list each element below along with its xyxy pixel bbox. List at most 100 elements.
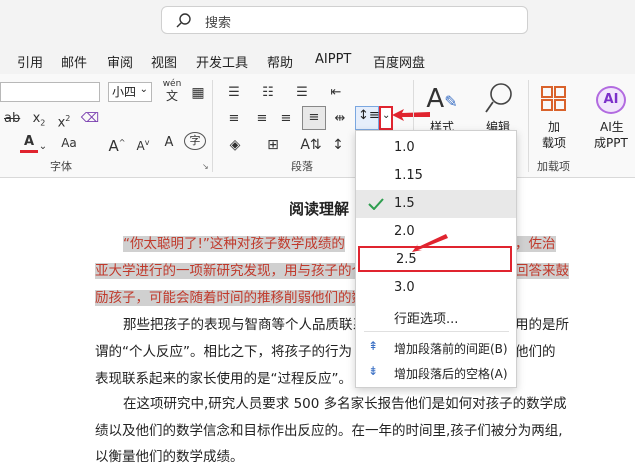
spacing-option-1-5[interactable]: 1.5 bbox=[356, 190, 516, 218]
clear-format-icon[interactable]: ⌫ bbox=[80, 108, 100, 130]
search-box[interactable]: 搜索 bbox=[161, 6, 528, 34]
align-right-icon[interactable]: ≡ bbox=[276, 108, 296, 130]
document-page[interactable]: 阅读理解 “你太聪明了!”这种对孩子数学成绩的 ，佐治 亚大学进行的一项新研究发… bbox=[0, 178, 635, 471]
paragraph-line: 在这项研究中,研究人员要求 500 多名家长报告他们是如何对孩子的数学成 bbox=[123, 396, 567, 412]
font-size-menu-button[interactable]: Aa bbox=[58, 132, 80, 154]
option-label: 2.5 bbox=[396, 252, 417, 267]
menu-mailings[interactable]: 邮件 bbox=[61, 52, 87, 71]
menu-review[interactable]: 审阅 bbox=[107, 52, 133, 71]
highlighted-text: 回答来鼓 bbox=[515, 263, 569, 279]
border-icon[interactable]: ▦ bbox=[190, 82, 206, 104]
change-case-button[interactable]: A bbox=[160, 132, 178, 154]
sort-icon[interactable]: ↕ bbox=[330, 134, 346, 156]
paragraph-line: 绩以及他们的数学信念和目标作出反应的。在一年的时间里,孩子们被分为两组, bbox=[95, 423, 563, 439]
space-before-icon: ⇞ bbox=[368, 339, 379, 353]
option-label: 增加段落前的间距(B) bbox=[394, 342, 508, 356]
font-name-combo[interactable] bbox=[0, 82, 100, 102]
pointer-arrow-icon bbox=[412, 234, 448, 252]
addins-label-1: 加 bbox=[548, 120, 561, 134]
highlighted-text: 励孩子，可能会随着时间的推移削弱他们的数 bbox=[95, 290, 365, 306]
ai-ppt-icon[interactable]: AI bbox=[596, 86, 626, 114]
paragraph-line: 用的是所 bbox=[515, 317, 569, 333]
paragraph-line: 以衡量他们的数学成绩。 bbox=[95, 449, 244, 465]
font-color-button[interactable]: A bbox=[20, 134, 38, 153]
option-label: 1.15 bbox=[394, 168, 423, 183]
group-divider bbox=[212, 80, 213, 172]
ai-ppt-label-1: AI生 bbox=[600, 120, 624, 134]
checkmark-icon bbox=[368, 198, 384, 210]
phonetic-top: wén bbox=[162, 79, 182, 89]
option-label: 1.0 bbox=[394, 140, 415, 155]
search-icon bbox=[176, 13, 191, 28]
option-label: 行距选项... bbox=[394, 312, 459, 327]
menu-developer[interactable]: 开发工具 bbox=[196, 52, 248, 71]
addins-icon[interactable] bbox=[541, 86, 567, 112]
menu-view[interactable]: 视图 bbox=[151, 52, 177, 71]
ai-ppt-label-2: 成PPT bbox=[594, 136, 628, 150]
menu-bar: 引用 邮件 审阅 视图 开发工具 帮助 AIPPT 百度网盘 bbox=[0, 44, 635, 74]
chevron-down-icon[interactable]: ⌄ bbox=[38, 136, 48, 158]
chinese-layout-icon[interactable]: A⇅ bbox=[300, 134, 322, 156]
highlighted-text: “你太聪明了!”这种对孩子数学成绩的 bbox=[123, 236, 345, 252]
menu-references[interactable]: 引用 bbox=[17, 52, 43, 71]
shrink-font-button[interactable]: Av bbox=[134, 132, 152, 157]
line-spacing-icon: ↕≡ bbox=[358, 108, 380, 123]
option-label: 3.0 bbox=[394, 280, 415, 295]
search-placeholder: 搜索 bbox=[205, 16, 232, 31]
line-spacing-options[interactable]: 行距选项... bbox=[356, 302, 516, 330]
title-bar: 搜索 bbox=[0, 0, 635, 44]
spacing-option-1-15[interactable]: 1.15 bbox=[356, 162, 516, 190]
distributed-align-icon[interactable]: ⇹ bbox=[330, 108, 350, 130]
paragraph-line: 那些把孩子的表现与智商等个人品质联系 bbox=[123, 317, 366, 333]
decrease-indent-icon[interactable]: ⇤ bbox=[326, 82, 346, 104]
option-label: 增加段落后的空格(A) bbox=[394, 367, 508, 381]
space-after-icon: ⇟ bbox=[368, 364, 379, 378]
paragraph-line: 他们的 bbox=[515, 344, 556, 360]
numbering-icon[interactable]: ☷ bbox=[258, 82, 278, 104]
add-space-before[interactable]: ⇞ 增加段落前的间距(B) bbox=[356, 334, 516, 362]
grow-font-button[interactable]: A^ bbox=[108, 132, 126, 157]
menu-divider bbox=[364, 331, 509, 332]
phonetic-bottom: 文 bbox=[165, 89, 178, 103]
highlighted-text: 亚大学进行的一项新研究发现，用与孩子的个 bbox=[95, 263, 365, 279]
group-divider bbox=[528, 80, 529, 172]
spacing-option-3-0[interactable]: 3.0 bbox=[356, 274, 516, 302]
bullets-icon[interactable]: ☰ bbox=[224, 82, 244, 104]
subscript-button[interactable]: x2 bbox=[30, 108, 48, 135]
highlighted-text: ，佐治 bbox=[515, 236, 556, 252]
spacing-option-1-0[interactable]: 1.0 bbox=[356, 134, 516, 162]
line-spacing-menu: 1.0 1.15 1.5 2.0 2.5 3.0 行距选项... ⇞ 增加段落前… bbox=[355, 130, 517, 388]
edit-search-icon[interactable] bbox=[482, 82, 514, 122]
menu-baidu-netdisk[interactable]: 百度网盘 bbox=[373, 52, 425, 71]
justify-icon[interactable]: ≡ bbox=[302, 106, 326, 130]
group-label-addins: 加载项 bbox=[537, 160, 570, 173]
phonetic-guide-button[interactable]: wén 文 bbox=[160, 78, 184, 104]
paragraph-line: 表现联系起来的家长使用的是“过程反应”。 bbox=[95, 371, 352, 387]
add-space-after[interactable]: ⇟ 增加段落后的空格(A) bbox=[356, 359, 516, 387]
menu-aippt[interactable]: AIPPT bbox=[315, 52, 351, 67]
enclose-character-button[interactable]: 字 bbox=[184, 132, 206, 150]
addins-label-2: 载项 bbox=[542, 136, 567, 150]
group-label-font: 字体 bbox=[50, 160, 72, 173]
align-center-icon[interactable]: ≡ bbox=[252, 108, 272, 130]
line-spacing-button[interactable]: ↕≡ bbox=[355, 106, 380, 130]
font-size-combo[interactable]: 小四 ⌄ bbox=[108, 82, 152, 102]
line-spacing-dropdown-arrow[interactable]: ⌄ bbox=[379, 106, 393, 130]
font-size-value: 小四 bbox=[112, 85, 137, 99]
chevron-down-icon: ⌄ bbox=[382, 110, 391, 121]
strikethrough-button[interactable]: ab bbox=[4, 108, 20, 130]
dialog-launcher-icon[interactable]: ↘ bbox=[202, 162, 209, 171]
paragraph-line: 谓的“个人反应”。相比之下，将孩子的行为 bbox=[95, 344, 352, 360]
multilevel-list-icon[interactable]: ☰ bbox=[292, 82, 312, 104]
menu-help[interactable]: 帮助 bbox=[267, 52, 293, 71]
group-label-paragraph: 段落 bbox=[291, 160, 313, 173]
borders-icon[interactable]: ⊞ bbox=[262, 134, 284, 156]
shading-icon[interactable]: ◈ bbox=[224, 134, 246, 156]
option-label: 1.5 bbox=[394, 196, 415, 211]
superscript-button[interactable]: x2 bbox=[55, 108, 73, 134]
styles-icon[interactable]: A✎ bbox=[422, 84, 462, 117]
chevron-down-icon: ⌄ bbox=[139, 84, 148, 95]
align-left-icon[interactable]: ≡ bbox=[224, 108, 244, 130]
document-title: 阅读理解 bbox=[289, 200, 350, 218]
ribbon: 小四 ⌄ wén 文 ▦ ab x2 x2 ⌫ A ⌄ Aa A^ Av A 字… bbox=[0, 74, 635, 178]
